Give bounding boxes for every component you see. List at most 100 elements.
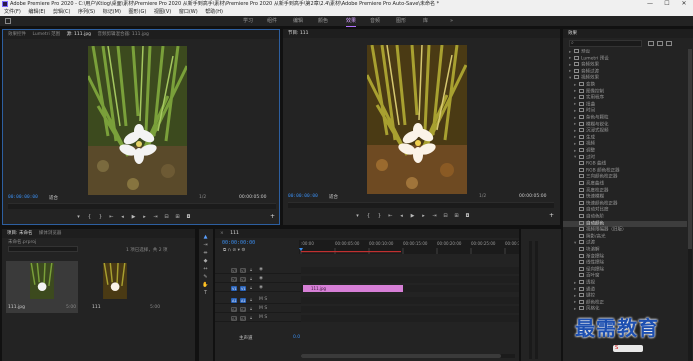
lock-icon[interactable]: 🔒︎ [250,285,252,290]
add-marker-icon[interactable]: ▾ [238,248,240,253]
work-area-bar[interactable] [301,251,401,253]
source-time-ruler[interactable] [8,203,276,209]
effects-item[interactable]: ▸ 预设 [563,49,687,56]
overwrite-icon[interactable]: ⊞ [175,214,180,220]
effects-item[interactable]: ▸ 调整 [563,148,687,155]
effects-item[interactable]: ▸ 视频 [563,141,687,148]
mute-solo-icon[interactable]: M S [259,297,267,302]
play-icon[interactable]: ▶ [410,213,415,219]
play-icon[interactable]: ▶ [131,214,136,220]
source-patch-a2[interactable]: A2 [231,307,237,312]
maximize-button[interactable]: ☐ [661,0,673,8]
yuv-effects-icon[interactable] [666,41,672,46]
timeline-clip[interactable]: 111.jpg [303,285,403,292]
effects-item[interactable]: ▾ 视频效果 [563,75,687,82]
project-sequence-item[interactable]: 111 5:00 [90,261,162,313]
effects-item[interactable]: ▸ Lumetri 预设 [563,55,687,63]
home-icon[interactable] [5,18,11,24]
effects-item[interactable]: ▸ 变换 [563,82,687,89]
lock-icon[interactable]: 🔒︎ [250,267,252,272]
snap-icon[interactable]: ∩ [228,248,231,253]
source-patch-a1[interactable]: A1 [231,298,237,303]
workspace-learn[interactable]: 学习 [243,18,253,25]
workspace-color[interactable]: 颜色 [318,18,328,25]
ime-toolbar[interactable]: S [613,345,643,352]
source-patch-a3[interactable]: A3 [231,316,237,321]
tab-sequence[interactable]: 111 [230,229,239,238]
effects-scroll-thumb[interactable] [688,49,692,249]
step-back-icon[interactable]: ◂ [399,213,404,219]
effects-item[interactable]: ▸ 实用程序 [563,95,687,102]
add-marker-icon[interactable]: ▾ [355,213,360,219]
effects-scrollbar[interactable] [688,49,692,361]
project-search-input[interactable] [8,246,78,252]
mark-out-icon[interactable]: } [98,214,103,220]
eye-icon[interactable]: ◉ [259,276,263,281]
menu-marker[interactable]: 标记(M) [103,8,121,16]
mark-out-icon[interactable]: } [377,213,382,219]
menu-view[interactable]: 视图(V) [154,8,171,16]
type-tool-icon[interactable]: T [202,290,209,297]
effects-item[interactable]: 块溶解 [563,247,687,254]
mute-solo-icon[interactable]: M S [259,306,267,311]
timeline-timecode[interactable]: 00:00:00:00 [222,240,255,246]
effects-item[interactable]: ▸ 生成 [563,134,687,142]
slip-tool-icon[interactable]: ↔ [202,266,209,273]
source-patch-v2[interactable]: V2 [231,277,237,282]
go-to-in-icon[interactable]: ⇤ [388,213,393,219]
playhead-icon[interactable] [299,248,303,251]
effects-item[interactable]: ▸ 音频过渡 [563,68,687,76]
timeline-ruler[interactable]: :00:00 00:00:05:00 00:00:10:00 00:00:15:00 0… [299,240,519,254]
go-to-in-icon[interactable]: ⇤ [109,214,114,220]
track-target-a2[interactable]: A2 [240,307,246,312]
effects-item[interactable]: 自动颜色 [563,220,687,228]
effects-item[interactable]: ▸ 透视 [563,280,687,287]
32bit-effects-icon[interactable] [657,41,663,46]
workspace-more[interactable]: » [450,18,453,25]
track-lane[interactable] [301,306,519,313]
program-button-editor-icon[interactable]: + [549,212,554,219]
tab-media-browser[interactable]: 媒体浏览器 [39,229,62,238]
track-target-v1[interactable]: V1 [240,286,246,291]
add-marker-icon[interactable]: ▾ [76,214,81,220]
source-fit-dropdown[interactable]: 适合 [49,195,58,201]
effects-item[interactable]: ▸ 颜色校正 [563,299,687,307]
close-button[interactable]: ✕ [678,0,690,8]
track-lane[interactable] [301,267,519,274]
track-target-a3[interactable]: A3 [240,316,246,321]
lock-icon[interactable]: 🔒︎ [250,315,252,320]
effects-item[interactable]: 阴影/高光 [563,233,687,241]
effects-item[interactable]: 径向擦除 [563,266,687,274]
lock-icon[interactable]: 🔒︎ [250,276,252,281]
track-lane[interactable] [301,315,519,322]
eye-icon[interactable]: ◉ [259,267,263,272]
lock-icon[interactable]: 🔒︎ [250,297,252,302]
tab-lumetri-scopes[interactable]: Lumetri 范围 [32,30,60,39]
effects-item[interactable]: 快速颜色校正器 [563,200,687,208]
program-resolution-dropdown[interactable]: 1/2 [479,194,486,199]
source-timecode[interactable]: 00:00:00:00 [8,195,38,200]
workspace-assembly[interactable]: 组件 [267,18,277,25]
effects-item[interactable]: ▸ 模糊与锐化 [563,121,687,129]
minimize-button[interactable]: — [644,0,656,8]
menu-graphics[interactable]: 图形(G) [129,8,147,16]
tab-audio-clip-mixer[interactable]: 音频剪辑混合器: 111.jpg [97,30,148,39]
menu-edit[interactable]: 编辑(E) [28,8,45,16]
menu-file[interactable]: 文件(F) [4,8,21,16]
effects-item[interactable]: 视频限幅器（旧版） [563,227,687,234]
program-timecode[interactable]: 00:00:00:00 [288,194,318,199]
extract-icon[interactable]: ⊞ [454,213,459,219]
track-target-a1[interactable]: A1 [240,298,246,303]
menu-clip[interactable]: 剪辑(C) [53,8,70,16]
mute-solo-icon[interactable]: M S [259,315,267,320]
tab-project[interactable]: 项目: 未命名 [7,229,32,238]
effects-item[interactable]: 自动对比度 [563,207,687,214]
source-patch-v1[interactable]: V1 [231,286,237,291]
effects-item[interactable]: 亮度曲线 [563,181,687,188]
track-target-v3[interactable]: V3 [240,268,246,273]
timeline-settings-icon[interactable]: ⚙ [241,248,245,253]
effects-item[interactable]: 亮度校正器 [563,187,687,195]
track-target-v2[interactable]: V2 [240,277,246,282]
go-to-out-icon[interactable]: ⇥ [432,213,437,219]
menu-window[interactable]: 窗口(W) [179,8,198,16]
